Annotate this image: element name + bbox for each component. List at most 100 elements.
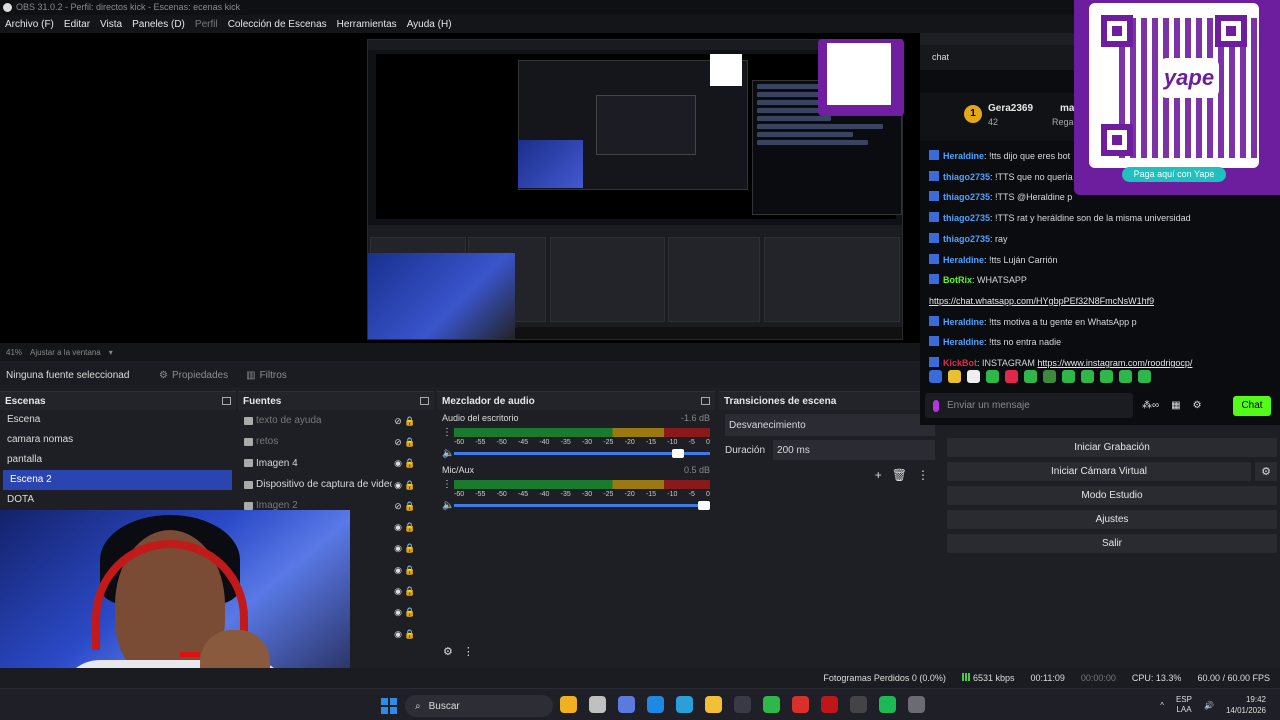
undock-icon[interactable] [222,397,231,405]
windows-start-icon[interactable] [381,698,397,714]
settings-button[interactable]: Ajustes [947,510,1277,529]
scene-item[interactable]: Escena [0,410,236,430]
lock-icon[interactable]: 🔒 [404,416,416,426]
source-item[interactable]: retos ⊘ 🔒 [238,431,434,452]
chat-username[interactable]: BotRix [943,275,972,285]
undock-icon[interactable] [420,397,429,405]
studio-mode-button[interactable]: Modo Estudio [947,486,1277,505]
clock[interactable]: 19:42 14/01/2026 [1226,694,1266,716]
speaker-icon[interactable]: 🔈 [442,500,454,511]
taskbar-app-icon[interactable] [850,696,867,713]
store-icon[interactable]: ▦ [1171,400,1180,411]
taskbar-app-icon[interactable] [763,696,780,713]
slider-knob[interactable] [698,501,710,510]
taskbar-app-icon[interactable] [618,696,635,713]
chat-username[interactable]: Heraldine [943,151,984,161]
eye-icon[interactable]: ◉ [392,522,404,532]
taskbar-app-icon[interactable] [676,696,693,713]
properties-button[interactable]: ⚙ Propiedades [154,367,233,384]
chat-username[interactable]: thiago2735 [943,213,990,223]
fit-label[interactable]: Ajustar a la ventana [30,348,101,357]
exit-button[interactable]: Salir [947,534,1277,553]
duration-input[interactable]: 200 ms [773,440,935,460]
eye-hidden-icon[interactable]: ⊘ [392,501,404,511]
add-icon[interactable]: + [875,468,882,482]
eye-icon[interactable]: ◉ [392,607,404,617]
pinned-user[interactable]: Gera2369 [988,103,1033,114]
menu-paneles[interactable]: Paneles (D) [132,19,185,30]
source-item[interactable]: Dispositivo de captura de video ◉ 🔒 [238,474,434,495]
gear-icon[interactable]: ⚙ [1255,462,1277,481]
lock-icon[interactable]: 🔒 [404,501,416,511]
chat-send-button[interactable]: Chat [1233,396,1271,416]
lock-icon[interactable]: 🔒 [404,522,416,532]
emote-icon[interactable] [1043,370,1056,383]
transition-select[interactable]: Desvanecimiento [725,414,935,436]
emote-icon[interactable] [948,370,961,383]
lock-icon[interactable]: 🔒 [404,480,416,490]
more-icon[interactable]: ⋮ [442,427,452,438]
volume-slider[interactable] [454,501,710,510]
scene-item[interactable]: pantalla [0,450,236,470]
mic-icon[interactable] [933,399,939,412]
menu-editar[interactable]: Editar [64,19,90,30]
more-icon[interactable]: ⋮ [463,645,474,658]
lock-icon[interactable]: 🔒 [404,607,416,617]
taskbar-app-icon[interactable] [792,696,809,713]
chat-link[interactable]: https://www.instagram.com/roodrigocp/ [1037,358,1192,368]
gear-icon[interactable]: ⚙ [443,645,453,658]
scene-item-selected[interactable]: Escena 2 [3,470,232,490]
emote-icon[interactable] [1081,370,1094,383]
more-icon[interactable]: ⋮ [442,479,452,490]
scene-item[interactable]: DOTA [0,490,236,510]
taskbar-app-icon[interactable] [705,696,722,713]
taskbar-app-icon[interactable] [821,696,838,713]
lock-icon[interactable]: 🔒 [404,586,416,596]
volume-icon[interactable]: 🔊 [1204,701,1214,710]
filters-button[interactable]: ▥ Filtros [241,367,292,384]
eye-hidden-icon[interactable]: ⊘ [392,437,404,447]
undock-icon[interactable] [701,397,710,405]
gear-icon[interactable]: ⚙ [1193,400,1202,411]
menu-perfil[interactable]: Perfil [195,19,218,30]
emote-icon[interactable] [1138,370,1151,383]
chevron-up-icon[interactable]: ^ [1160,701,1164,710]
menu-archivo[interactable]: Archivo (F) [5,19,54,30]
language-indicator[interactable]: ESP LAA [1176,695,1192,715]
eye-icon[interactable]: ◉ [392,629,404,639]
menu-vista[interactable]: Vista [100,19,122,30]
more-icon[interactable]: ⋮ [917,468,929,482]
emote-icon[interactable] [929,370,942,383]
scene-item[interactable]: camara nomas [0,430,236,450]
emote-icon[interactable] [1100,370,1113,383]
emote-icon[interactable] [1062,370,1075,383]
chat-username[interactable]: thiago2735 [943,172,990,182]
source-item[interactable]: Imagen 4 ◉ 🔒 [238,453,434,474]
chat-link[interactable]: https://chat.whatsapp.com/HYgbpPEf32N8Fm… [929,296,1154,306]
emote-icon[interactable] [1119,370,1132,383]
chat-username[interactable]: Heraldine [943,337,984,347]
taskbar-app-icon[interactable] [647,696,664,713]
chat-username[interactable]: KickBot [943,358,977,368]
start-recording-button[interactable]: Iniciar Grabación [947,438,1277,457]
eye-icon[interactable]: ◉ [392,586,404,596]
eye-icon[interactable]: ◉ [392,458,404,468]
chat-username[interactable]: Heraldine [943,317,984,327]
menu-herramientas[interactable]: Herramientas [337,19,397,30]
taskbar-app-icon[interactable] [560,696,577,713]
taskbar-app-icon[interactable] [734,696,751,713]
eye-icon[interactable]: ◉ [392,480,404,490]
chat-username[interactable]: Heraldine [943,255,984,265]
speaker-icon[interactable]: 🔈 [442,448,454,459]
emote-icon[interactable] [967,370,980,383]
lock-icon[interactable]: 🔒 [404,629,416,639]
chat-username[interactable]: thiago2735 [943,192,990,202]
emote-icon[interactable] [986,370,999,383]
lock-icon[interactable]: 🔒 [404,565,416,575]
chat-username[interactable]: thiago2735 [943,234,990,244]
eye-hidden-icon[interactable]: ⊘ [392,416,404,426]
volume-slider[interactable] [454,449,710,458]
virtual-camera-button[interactable]: Iniciar Cámara Virtual [947,462,1251,481]
lock-icon[interactable]: 🔒 [404,458,416,468]
lock-icon[interactable]: 🔒 [404,437,416,447]
